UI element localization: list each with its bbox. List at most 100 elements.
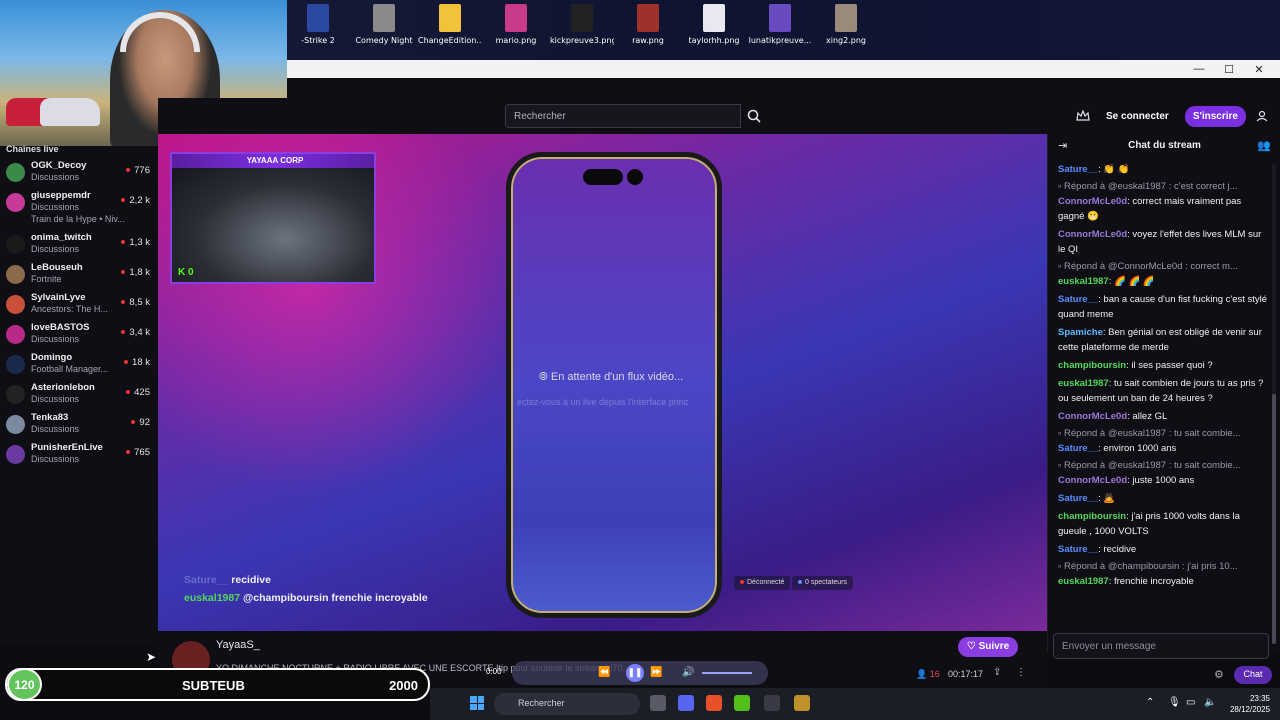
pause-button[interactable]: ❚❚ xyxy=(626,664,644,682)
signup-button[interactable]: S'inscrire xyxy=(1184,105,1246,127)
chat-username[interactable]: euskal1987 xyxy=(1058,378,1109,389)
minimize-button[interactable]: — xyxy=(1184,60,1214,78)
app-icon[interactable] xyxy=(794,695,810,711)
desktop-icon[interactable]: ChangeEdition... xyxy=(418,4,482,56)
search-input[interactable]: Rechercher xyxy=(505,104,741,128)
task-view-icon[interactable] xyxy=(650,695,666,711)
waiting-subtext: ectez-vous à un live depuis l'interface … xyxy=(517,397,689,407)
forward-icon[interactable]: ⏩ xyxy=(650,667,662,678)
chat-username[interactable]: ConnorMcLe0d xyxy=(1058,411,1127,422)
desktop-icon-label: xing2.png xyxy=(826,36,866,45)
user-icon[interactable] xyxy=(1256,110,1268,122)
chat-message: Sature__: 👏 👏 xyxy=(1058,164,1130,175)
chat-username[interactable]: Sature__ xyxy=(1058,544,1098,555)
sidebar-channel[interactable]: onima_twitch Discussions 1,3 k xyxy=(0,232,158,262)
file-thumbnail-icon xyxy=(835,4,857,32)
settings-icon[interactable]: ⚙ xyxy=(1214,668,1224,681)
chat-scrollbar[interactable] xyxy=(1272,164,1276,644)
channel-category: Football Manager... xyxy=(31,364,109,374)
volume-slider[interactable] xyxy=(702,672,752,674)
share-icon[interactable]: ⇪ xyxy=(993,667,1001,678)
chat-reply-reference: ▫ Répond à @ConnorMcLe0d : correct m... xyxy=(1058,260,1268,274)
users-icon[interactable]: 👥 xyxy=(1257,139,1271,152)
login-button[interactable]: Se connecter xyxy=(1100,106,1175,127)
sidebar-channel[interactable]: Asterionlebon Discussions 425 xyxy=(0,382,158,412)
video-player[interactable]: YAYAAA CORP K 0 ⦾ En attente d'un flux v… xyxy=(158,134,1047,631)
chat-username[interactable]: Sature__ xyxy=(1058,164,1098,175)
tray-chevron-icon[interactable]: ⌃ xyxy=(1146,697,1154,708)
chat-username[interactable]: ConnorMcLe0d xyxy=(1058,196,1127,207)
sidebar-channel[interactable]: SylvainLyve Ancestors: The H... 8,5 k xyxy=(0,292,158,322)
obs-icon[interactable] xyxy=(764,695,780,711)
volume-icon[interactable]: 🔊 xyxy=(682,667,694,678)
chat-send-button[interactable]: Chat xyxy=(1234,666,1272,684)
chat-text: juste 1000 ans xyxy=(1132,475,1195,486)
status-dot xyxy=(740,580,744,585)
sidebar-title: Chaînes live xyxy=(6,144,59,154)
more-options-icon[interactable]: ⋮ xyxy=(1016,667,1026,678)
chat-username[interactable]: ConnorMcLe0d xyxy=(1058,229,1127,240)
desktop-icon[interactable]: raw.png xyxy=(616,4,680,56)
desktop-icon[interactable]: lunatikpreuve... xyxy=(748,4,812,56)
desktop-icon[interactable]: kickpreuve3.png xyxy=(550,4,614,56)
microphone-icon[interactable]: 🎙 xyxy=(1168,697,1181,708)
sidebar-channel[interactable]: Domingo Football Manager... 18 k xyxy=(0,352,158,382)
chat-message: Sature__: recidive xyxy=(1058,544,1137,555)
sidebar-channel[interactable]: LeBouseuh Fortnite 1,8 k xyxy=(0,262,158,292)
desktop-icon[interactable]: mario.png xyxy=(484,4,548,56)
channel-category: Discussions xyxy=(31,454,80,464)
channel-name: onima_twitch xyxy=(31,232,92,243)
chat-username[interactable]: Spamiche xyxy=(1058,327,1103,338)
sidebar-channel[interactable]: PunisherEnLive Discussions 765 xyxy=(0,442,158,472)
live-channels-sidebar: Chaînes live OGK_Decoy Discussions 776 gius… xyxy=(0,144,158,646)
chat-username[interactable]: euskal1987 xyxy=(1058,276,1109,287)
chat-username[interactable]: champiboursin xyxy=(1058,360,1126,371)
sidebar-channel[interactable]: giuseppemdr Discussions 2,2 k Train de la H… xyxy=(0,190,158,224)
sidebar-channel[interactable]: OGK_Decoy Discussions 776 xyxy=(0,160,158,190)
start-icon[interactable] xyxy=(470,696,484,710)
chat-username[interactable]: euskal1987 xyxy=(1058,576,1109,587)
taskbar-search[interactable]: Rechercher xyxy=(494,693,640,715)
network-icon[interactable]: ▭ xyxy=(1186,697,1195,708)
clock-time: 23:35 xyxy=(1249,694,1270,703)
desktop-icon[interactable]: taylorhh.png xyxy=(682,4,746,56)
viewer-count: 425 xyxy=(126,387,150,398)
desktop-icon[interactable]: -Strike 2 xyxy=(286,4,350,56)
chat-username[interactable]: ConnorMcLe0d xyxy=(1058,475,1127,486)
speaker-icon[interactable]: 🔈 xyxy=(1204,697,1216,708)
chat-message: euskal1987: tu sait combien de jours tu … xyxy=(1058,378,1264,404)
overlay-chat-line: Sature__ recidive xyxy=(184,574,444,586)
file-thumbnail-icon xyxy=(769,4,791,32)
sidebar-channel[interactable]: loveBASTOS Discussions 3,4 k xyxy=(0,322,158,352)
chat-messages: Sature__: 👏 👏 ▫ Répond à @euskal1987 : c'… xyxy=(1058,162,1268,628)
maximize-button[interactable]: ☐ xyxy=(1214,60,1244,78)
kick-icon[interactable] xyxy=(734,695,750,711)
streamer-name[interactable]: YayaaS_ xyxy=(216,639,260,651)
webcam-inset: YAYAAA CORP K 0 xyxy=(170,152,376,284)
viewer-count: 92 xyxy=(131,417,150,428)
chat-username[interactable]: Sature__ xyxy=(1058,294,1098,305)
desktop-icon[interactable]: Comedy Night xyxy=(352,4,416,56)
discord-icon[interactable] xyxy=(678,695,694,711)
chat-username[interactable]: Sature__ xyxy=(1058,493,1098,504)
channel-category: Discussions xyxy=(31,202,80,212)
reply-text: Répond à @euskal1987 : tu sait combie... xyxy=(1064,460,1241,471)
file-thumbnail-icon xyxy=(703,4,725,32)
clock[interactable]: 23:35 28/12/2025 xyxy=(1230,693,1270,715)
search-button[interactable] xyxy=(741,104,767,128)
sidebar-channel[interactable]: Tenka83 Discussions 92 xyxy=(0,412,158,442)
chat-message: Spamiche: Ben génial on est obligé de ve… xyxy=(1058,327,1262,353)
crown-icon[interactable] xyxy=(1076,110,1090,122)
desktop-icon-label: mario.png xyxy=(495,36,537,45)
channel-category: Discussions xyxy=(31,244,80,254)
close-button[interactable]: ✕ xyxy=(1244,60,1274,78)
chat-message-input[interactable]: Envoyer un message xyxy=(1053,633,1269,659)
rewind-icon[interactable]: ⏪ xyxy=(598,667,610,678)
follow-button[interactable]: ♡ Suivre xyxy=(958,637,1018,657)
brave-icon[interactable] xyxy=(706,695,722,711)
chat-username[interactable]: Sature__ xyxy=(1058,443,1098,454)
channel-category: Discussions xyxy=(31,394,80,404)
chat-username[interactable]: champiboursin xyxy=(1058,511,1126,522)
channel-name: Tenka83 xyxy=(31,412,69,423)
desktop-icon[interactable]: xing2.png xyxy=(814,4,878,56)
